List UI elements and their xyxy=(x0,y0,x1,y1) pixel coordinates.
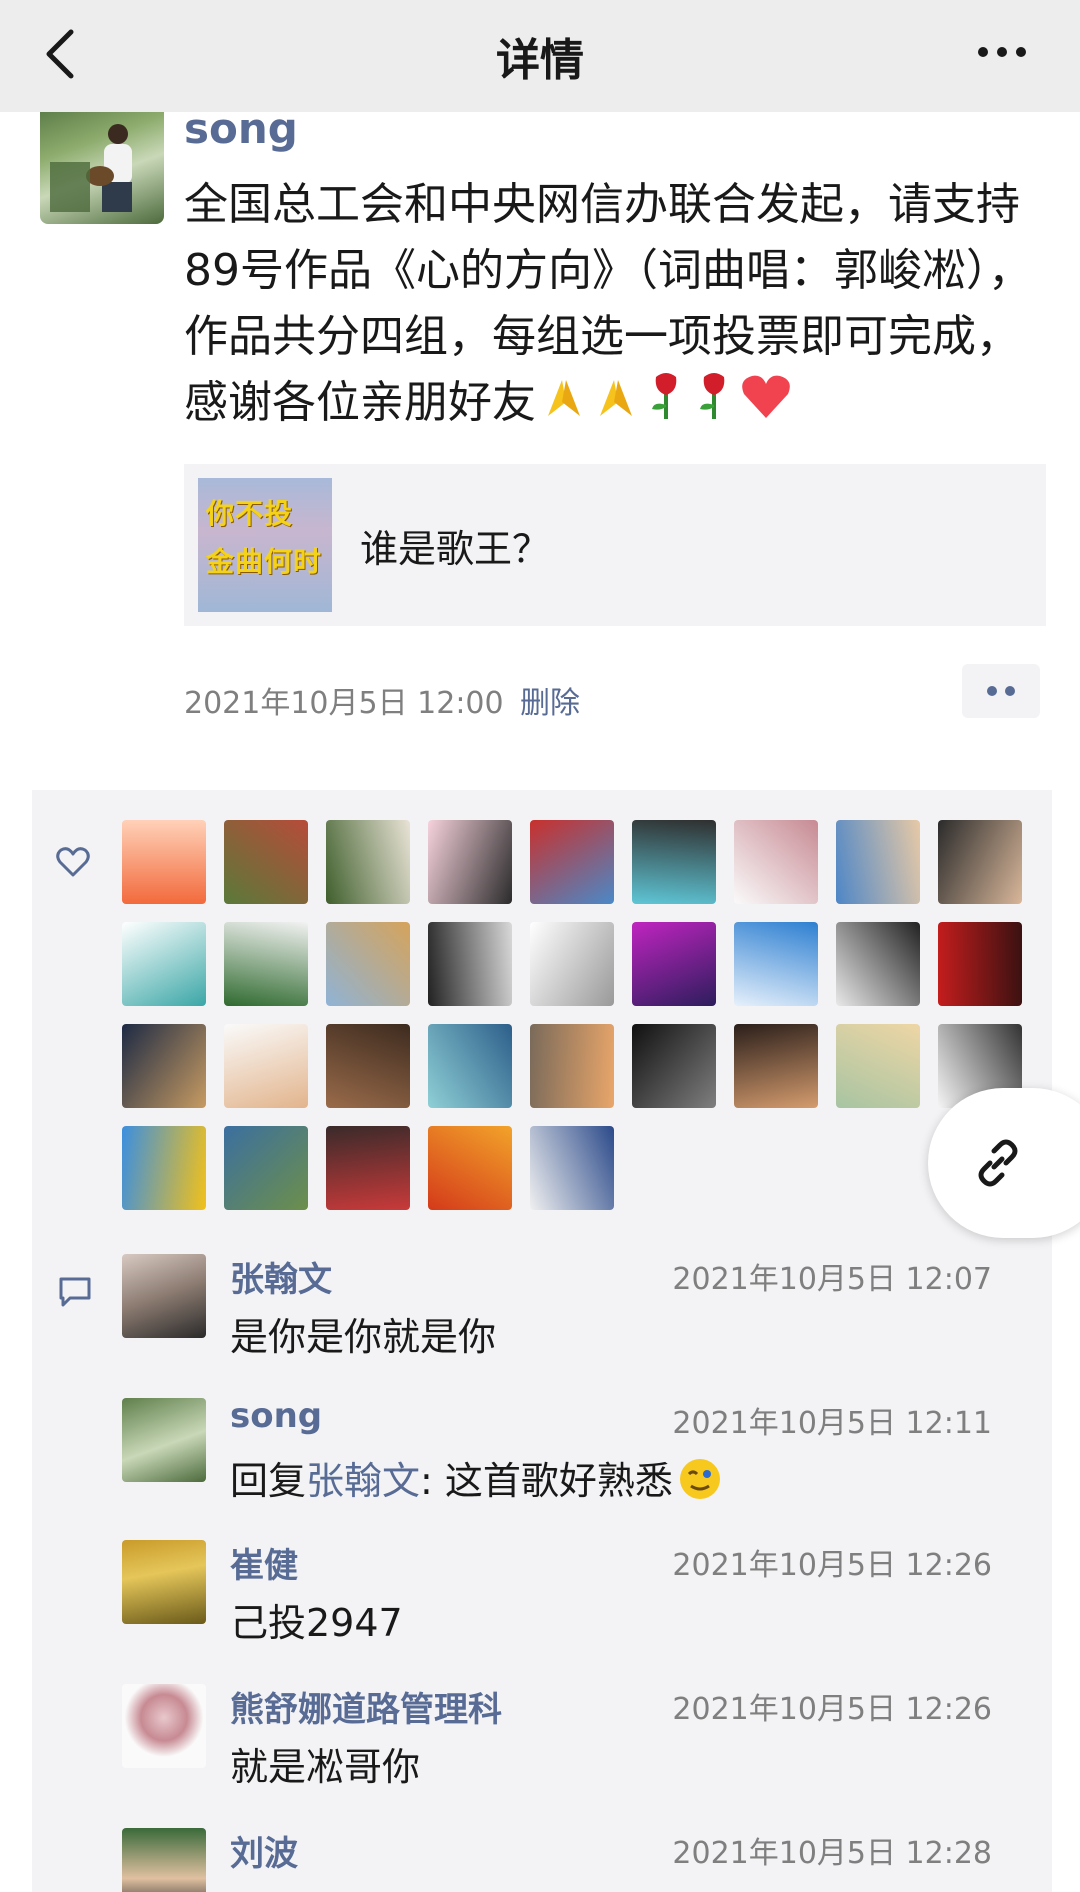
commenter-name[interactable]: 刘波 xyxy=(230,1826,298,1875)
liker-avatar[interactable] xyxy=(122,1126,206,1210)
action-dot xyxy=(1005,686,1015,696)
liker-avatar[interactable] xyxy=(836,1024,920,1108)
floating-link-button[interactable] xyxy=(928,1088,1080,1238)
commenter-name[interactable]: 熊舒娜道路管理科 xyxy=(230,1682,502,1731)
link-thumbnail: 你不投 金曲何时 xyxy=(198,478,332,612)
liker-avatar[interactable] xyxy=(632,922,716,1006)
comment-item[interactable]: 崔健 2021年10月5日 12:26 己投2947 xyxy=(122,1540,1002,1680)
liker-avatar[interactable] xyxy=(326,922,410,1006)
reply-to-name[interactable]: 张翰文 xyxy=(306,1459,420,1503)
liker-avatar[interactable] xyxy=(428,1024,512,1108)
commenter-avatar[interactable] xyxy=(122,1254,206,1338)
reply-prefix: 回复 xyxy=(230,1459,307,1503)
comment-item[interactable]: song 2021年10月5日 12:11 回复张翰文: 这首歌好熟悉 xyxy=(122,1396,1002,1538)
comment-text: 就是凇哥你 xyxy=(230,1745,421,1789)
reply-text: : 这首歌好熟悉 xyxy=(420,1459,673,1503)
comment-item[interactable]: 张翰文 2021年10月5日 12:07 是你是你就是你 xyxy=(122,1254,1002,1394)
delete-button[interactable]: 删除 xyxy=(520,678,580,722)
liker-avatar[interactable] xyxy=(530,922,614,1006)
comment-item[interactable]: 熊舒娜道路管理科 2021年10月5日 12:26 就是凇哥你 xyxy=(122,1684,1002,1824)
liker-avatar[interactable] xyxy=(326,1024,410,1108)
more-dot xyxy=(997,47,1007,57)
thumb-text-line2: 金曲何时 xyxy=(206,545,323,578)
liker-avatar[interactable] xyxy=(632,1024,716,1108)
liker-avatar[interactable] xyxy=(836,922,920,1006)
liker-avatar[interactable] xyxy=(122,820,206,904)
comment-text: 回复张翰文: 这首歌好熟悉 xyxy=(230,1450,723,1511)
action-dot xyxy=(987,686,997,696)
liker-avatar[interactable] xyxy=(122,922,206,1006)
commenter-avatar[interactable] xyxy=(122,1684,206,1768)
commenter-avatar[interactable] xyxy=(122,1828,206,1892)
pray-emoji-icon xyxy=(540,372,588,439)
comment-time: 2021年10月5日 12:28 xyxy=(672,1836,992,1871)
wink-emoji-icon xyxy=(677,1456,723,1511)
liker-avatar[interactable] xyxy=(326,820,410,904)
liker-avatar[interactable] xyxy=(428,820,512,904)
heart-emoji-icon xyxy=(740,372,792,439)
comment-time: 2021年10月5日 12:11 xyxy=(672,1406,992,1441)
more-dot xyxy=(978,47,988,57)
commenter-name[interactable]: 张翰文 xyxy=(230,1252,332,1301)
liker-avatar[interactable] xyxy=(632,820,716,904)
rose-emoji-icon xyxy=(692,371,736,440)
liker-avatar[interactable] xyxy=(734,922,818,1006)
heart-outline-icon xyxy=(56,847,90,877)
liker-avatar[interactable] xyxy=(224,1126,308,1210)
link-icon xyxy=(978,1139,1018,1187)
commenter-name[interactable]: song xyxy=(230,1396,322,1436)
liker-avatar[interactable] xyxy=(326,1126,410,1210)
page-title: 详情 xyxy=(496,35,584,86)
commenter-avatar[interactable] xyxy=(122,1540,206,1624)
comment-item[interactable]: 刘波 2021年10月5日 12:28 xyxy=(122,1828,1002,1892)
like-avatar-grid xyxy=(122,820,1042,1210)
post-author-avatar[interactable] xyxy=(40,112,164,224)
like-comment-action-button[interactable] xyxy=(962,664,1040,718)
liker-avatar[interactable] xyxy=(836,820,920,904)
commenter-name[interactable]: 崔健 xyxy=(230,1538,298,1587)
liker-avatar[interactable] xyxy=(530,820,614,904)
post-timestamp: 2021年10月5日 12:00 xyxy=(184,686,504,721)
liker-avatar[interactable] xyxy=(938,922,1022,1006)
rose-emoji-icon xyxy=(644,371,688,440)
comment-icon xyxy=(59,1277,91,1307)
chevron-left-icon xyxy=(46,29,74,79)
commenter-avatar[interactable] xyxy=(122,1398,206,1482)
moments-detail-page: 详情 song 全国总工会和中央网信办联合发起，请支持89号作品《心的方向》（词… xyxy=(0,0,1080,1892)
comment-time: 2021年10月5日 12:26 xyxy=(672,1548,992,1583)
comment-text: 是你是你就是你 xyxy=(230,1315,497,1359)
liker-avatar[interactable] xyxy=(224,1024,308,1108)
liker-avatar[interactable] xyxy=(122,1024,206,1108)
comment-time: 2021年10月5日 12:26 xyxy=(672,1692,992,1727)
link-title: 谁是歌王？ xyxy=(360,526,551,571)
nav-bar: 详情 xyxy=(0,0,1080,112)
liker-avatar[interactable] xyxy=(734,820,818,904)
liker-avatar[interactable] xyxy=(224,820,308,904)
liker-avatar[interactable] xyxy=(734,1024,818,1108)
liker-avatar[interactable] xyxy=(938,820,1022,904)
shared-link-card[interactable]: 你不投 金曲何时 谁是歌王？ xyxy=(184,464,1046,626)
liker-avatar[interactable] xyxy=(428,1126,512,1210)
pray-emoji-icon xyxy=(592,372,640,439)
post-content: 全国总工会和中央网信办联合发起，请支持89号作品《心的方向》（词曲唱：郭峻凇），… xyxy=(184,172,1040,440)
comment-text: 己投2947 xyxy=(230,1601,403,1645)
more-dot xyxy=(1016,47,1026,57)
more-button[interactable] xyxy=(962,30,1042,74)
post-author-name[interactable]: song xyxy=(184,104,298,153)
comment-time: 2021年10月5日 12:07 xyxy=(672,1262,992,1297)
back-button[interactable] xyxy=(30,22,90,86)
thumb-text-line1: 你不投 xyxy=(206,497,294,530)
liker-avatar[interactable] xyxy=(224,922,308,1006)
liker-avatar[interactable] xyxy=(530,1024,614,1108)
liker-avatar[interactable] xyxy=(530,1126,614,1210)
person-guitar-icon xyxy=(50,124,132,212)
liker-avatar[interactable] xyxy=(428,922,512,1006)
